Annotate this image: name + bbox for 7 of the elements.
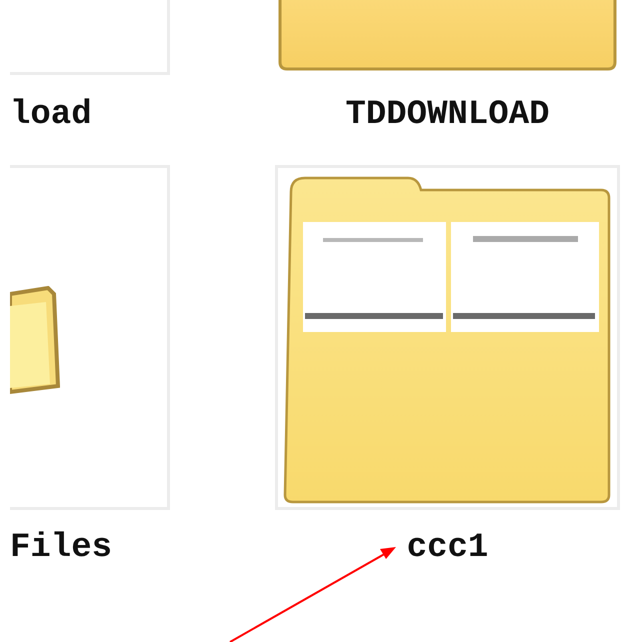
thumbnail-frame[interactable] <box>10 165 170 510</box>
thumbnail-frame[interactable] <box>275 165 620 510</box>
file-name[interactable]: ccc1 <box>275 528 620 568</box>
folder-icon <box>10 286 60 396</box>
file-name[interactable]: load <box>10 95 170 135</box>
file-name[interactable]: TDDOWNLOAD <box>275 95 620 135</box>
file-name[interactable]: Files <box>10 528 170 568</box>
